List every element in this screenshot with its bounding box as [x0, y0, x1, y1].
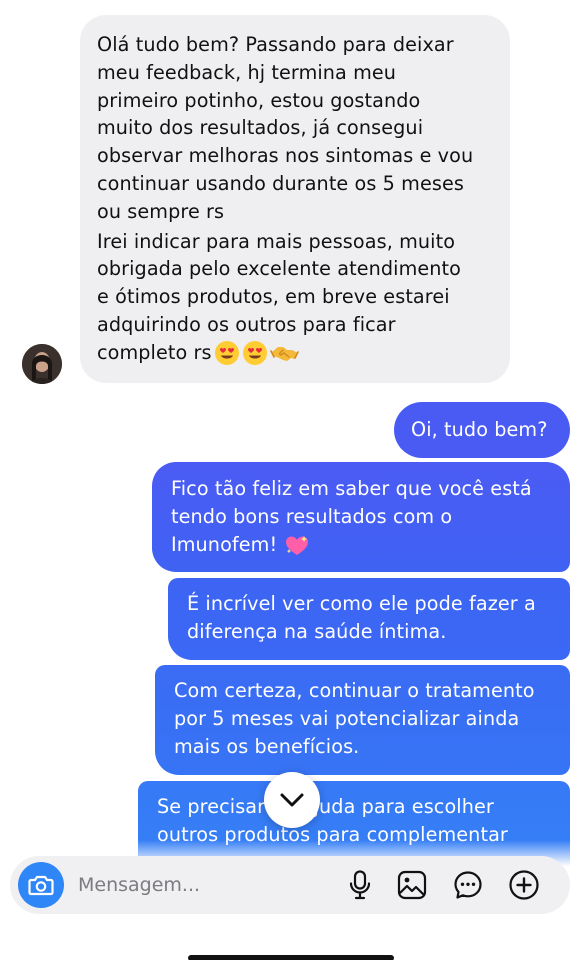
message-line: Com certeza, continuar o tratamento: [174, 679, 535, 702]
message-line: Oi, tudo bem?: [411, 418, 548, 441]
message-line: primeiro potinho, estou gostando: [97, 88, 421, 112]
incoming-paragraph-2: Irei indicar para mais pessoas, muito ob…: [97, 228, 496, 367]
heart-eyes-emoji-icon: [242, 341, 267, 366]
plus-button[interactable]: [508, 869, 540, 901]
sticker-icon: [454, 871, 482, 899]
emoji-row: [214, 340, 300, 366]
microphone-icon: [349, 870, 371, 900]
microphone-button[interactable]: [344, 869, 376, 901]
plus-icon: [509, 870, 539, 900]
heart-eyes-emoji-icon: [214, 341, 239, 366]
home-indicator: [188, 955, 394, 960]
message-line: observar melhoras nos sintomas e vou: [97, 144, 474, 168]
chat-screen: Olá tudo bem? Passando para deixar meu f…: [0, 0, 582, 960]
message-line: tendo bons resultados com o: [171, 504, 453, 528]
incoming-paragraph-1: Olá tudo bem? Passando para deixar meu f…: [97, 31, 496, 226]
message-line: adquirindo os outros para ficar: [97, 312, 396, 336]
message-composer: [10, 856, 570, 914]
sticker-button[interactable]: [452, 869, 484, 901]
message-line: ou sempre rs: [97, 199, 225, 223]
outgoing-message-bubble[interactable]: Fico tão feliz em saber que você está te…: [152, 462, 570, 572]
message-line-last: Imunofem!: [171, 531, 554, 559]
message-line-last: completo rs: [97, 339, 496, 367]
message-line: meu feedback, hj termina meu: [97, 60, 397, 84]
gallery-button[interactable]: [396, 869, 428, 901]
message-input[interactable]: [78, 856, 338, 914]
message-line: mais os benefícios.: [174, 734, 360, 758]
message-line: Olá tudo bem? Passando para deixar: [97, 33, 454, 56]
message-line: obrigada pelo excelente atendimento: [97, 257, 462, 281]
message-line: por 5 meses vai potencializar ainda: [174, 706, 520, 730]
sparkling-heart-emoji-icon: [283, 533, 311, 557]
camera-button[interactable]: [18, 862, 64, 908]
message-line: muito dos resultados, já consegui: [97, 116, 424, 140]
handshake-emoji-icon: [269, 347, 299, 362]
message-line-text: Imunofem!: [171, 532, 278, 556]
incoming-message-bubble[interactable]: Olá tudo bem? Passando para deixar meu f…: [80, 15, 510, 383]
outgoing-message-bubble[interactable]: Com certeza, continuar o tratamento por …: [155, 665, 570, 775]
scroll-to-bottom-button[interactable]: [264, 772, 320, 828]
message-line: Irei indicar para mais pessoas, muito: [97, 229, 456, 253]
chevron-down-icon: [280, 793, 304, 807]
message-line: Se precisar de ajuda para escolher: [157, 795, 494, 818]
message-line-text: completo rs: [97, 340, 212, 364]
outgoing-message-bubble[interactable]: Oi, tudo bem?: [394, 402, 570, 458]
gallery-icon: [397, 870, 427, 900]
message-line: É incrível ver como ele pode fazer a: [187, 592, 536, 615]
message-line: e ótimos produtos, em breve estarei: [97, 285, 450, 309]
message-line: continuar usando durante os 5 meses: [97, 171, 464, 195]
message-line: Fico tão feliz em saber que você está: [171, 477, 532, 500]
avatar[interactable]: [22, 344, 62, 384]
outgoing-message-bubble[interactable]: É incrível ver como ele pode fazer a dif…: [168, 578, 570, 660]
avatar-image: [22, 344, 62, 384]
camera-icon: [28, 875, 54, 896]
message-line: diferença na saúde íntima.: [187, 619, 447, 643]
